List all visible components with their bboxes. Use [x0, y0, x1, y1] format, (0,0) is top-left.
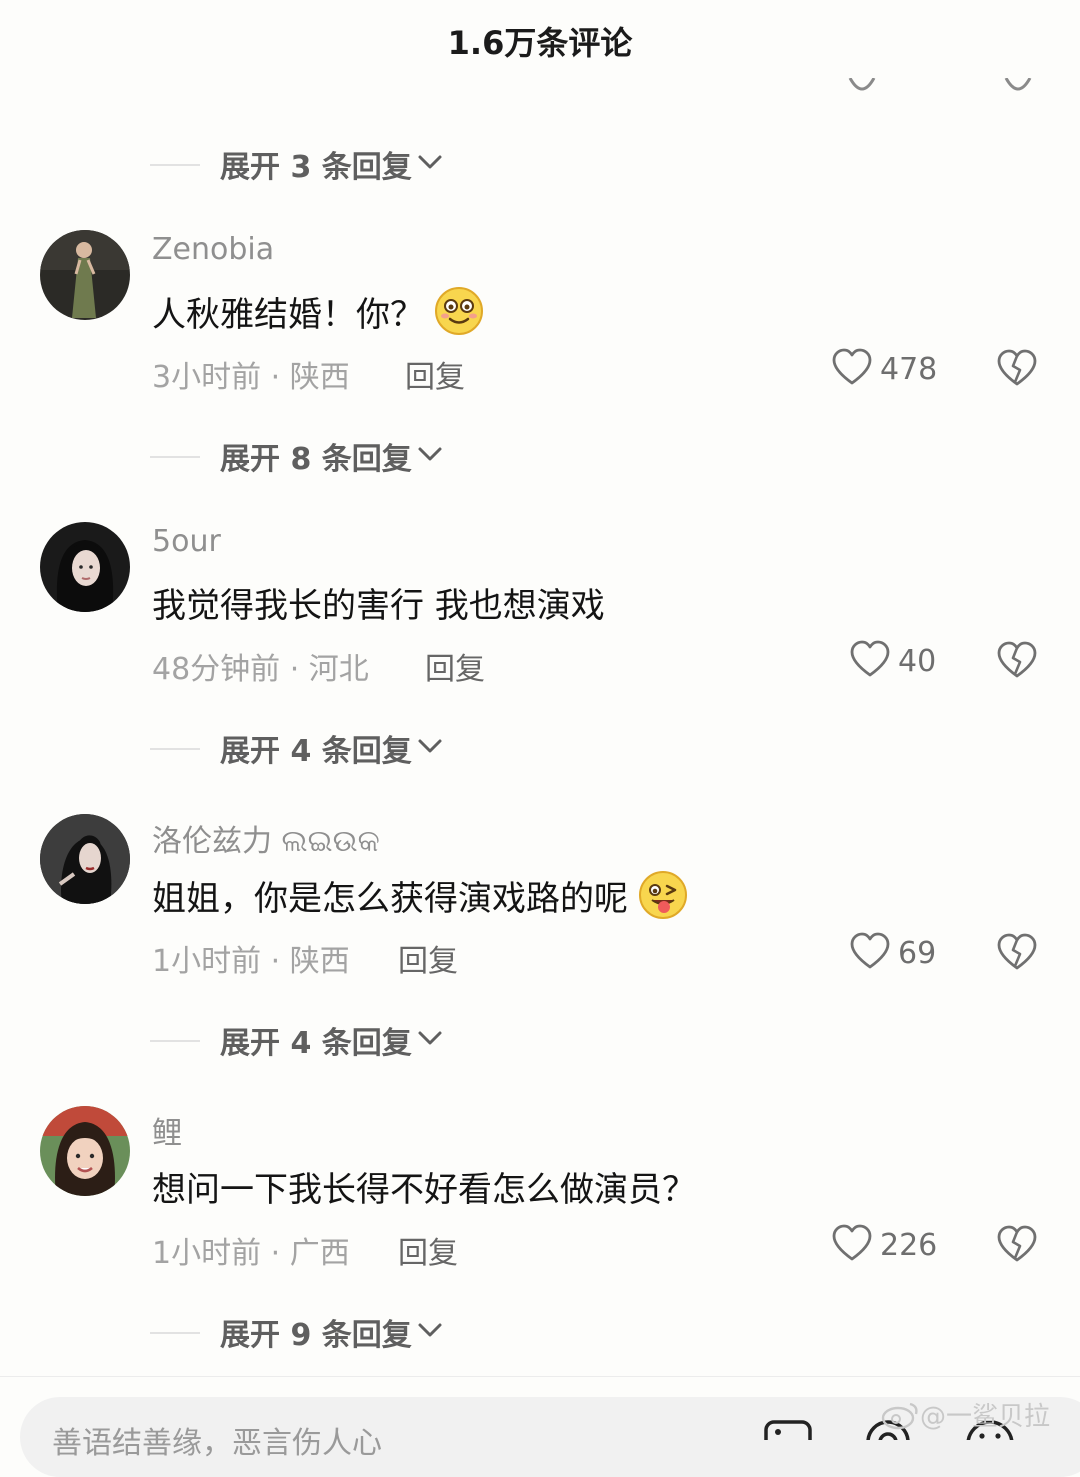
broken-heart-icon[interactable] [996, 932, 1038, 974]
divider-line [150, 1332, 200, 1334]
like-count: 226 [880, 1228, 938, 1263]
divider-line [150, 164, 200, 166]
weibo-watermark: @一鲨贝拉 [880, 1396, 1050, 1433]
comment-item: 5our 我觉得我长的害行 我也想演戏 48分钟前 · 河北 回复 40 [0, 522, 1080, 702]
username[interactable]: Zenobia [152, 232, 274, 267]
broken-heart-icon[interactable] [996, 348, 1038, 390]
comment-text: 我觉得我长的害行 我也想演戏 [152, 578, 605, 627]
expand-replies-label: 展开 4 条回复 [220, 734, 412, 769]
heart-icon[interactable] [850, 640, 890, 680]
heart-icon[interactable] [832, 1224, 872, 1264]
heart-icon [848, 78, 876, 91]
comment-item: 洛伦兹力 ଲଇଉକ 姐姐，你是怎么获得演戏路的呢 1小时前 · 陕西 回复 69 [0, 814, 1080, 994]
avatar[interactable] [40, 522, 130, 612]
previous-comment-meta-partial [0, 78, 1080, 94]
comment-text: 想问一下我长得不好看怎么做演员？ [152, 1162, 696, 1211]
divider-line [150, 748, 200, 750]
comments-header: 1.6万条评论 [0, 0, 1080, 80]
username[interactable]: 鲤 [152, 1108, 182, 1152]
like-count: 40 [898, 644, 937, 679]
broken-heart-icon[interactable] [996, 1224, 1038, 1266]
divider-line [150, 1040, 200, 1042]
avatar[interactable] [40, 230, 130, 320]
comment-item: 鲤 想问一下我长得不好看怎么做演员？ 1小时前 · 广西 回复 226 [0, 1106, 1080, 1286]
comment-time-location: 48分钟前 · 河北 [152, 652, 369, 687]
avatar[interactable] [40, 1106, 130, 1196]
heart-icon[interactable] [850, 932, 890, 972]
expand-replies-label: 展开 9 条回复 [220, 1318, 412, 1353]
broken-heart-icon [1004, 78, 1032, 91]
image-icon[interactable] [764, 1416, 812, 1440]
like-count: 478 [880, 352, 938, 387]
comment-input-placeholder: 善语结善缘，恶言伤人心 [52, 1426, 382, 1461]
comment-time-location: 3小时前 · 陕西 [152, 360, 350, 395]
username[interactable]: 5our [152, 524, 221, 559]
like-count: 69 [898, 936, 937, 971]
weibo-logo-icon [881, 1402, 918, 1429]
divider-line [150, 456, 200, 458]
comment-text-content: 我觉得我长的害行 我也想演戏 [152, 586, 605, 626]
comment-text: 姐姐，你是怎么获得演戏路的呢 [152, 870, 688, 920]
avatar[interactable] [40, 814, 130, 904]
reply-button[interactable]: 回复 [398, 936, 458, 980]
winking-tongue-emoji [639, 871, 687, 919]
watermark-text: @一鲨贝拉 [920, 1402, 1051, 1432]
heart-icon[interactable] [832, 348, 872, 388]
reply-button[interactable]: 回复 [405, 352, 465, 396]
comment-item: Zenobia 人秋雅结婚！你？ 3小时前 · 陕西 回复 478 [0, 230, 1080, 410]
chevron-down-icon [418, 739, 442, 753]
expand-replies-label: 展开 8 条回复 [220, 442, 412, 477]
chevron-down-icon [418, 1323, 442, 1337]
comment-text: 人秋雅结婚！你？ [152, 286, 484, 336]
comment-time-location: 1小时前 · 广西 [152, 1236, 350, 1271]
username[interactable]: 洛伦兹力 ଲଇଉକ [152, 816, 380, 860]
chevron-down-icon [418, 447, 442, 461]
expand-replies-label: 展开 4 条回复 [220, 1026, 412, 1061]
chevron-down-icon [418, 155, 442, 169]
smiling-face-emoji [435, 287, 483, 335]
reply-button[interactable]: 回复 [398, 1228, 458, 1272]
comment-time-location: 1小时前 · 陕西 [152, 944, 350, 979]
comments-count-title: 1.6万条评论 [447, 24, 633, 62]
comment-text-content: 人秋雅结婚！你？ [152, 294, 424, 335]
comment-text-content: 姐姐，你是怎么获得演戏路的呢 [152, 878, 628, 919]
comment-text-content: 想问一下我长得不好看怎么做演员？ [152, 1170, 696, 1210]
chevron-down-icon [418, 1031, 442, 1045]
reply-button[interactable]: 回复 [425, 644, 485, 688]
expand-replies-label: 展开 3 条回复 [220, 150, 412, 185]
broken-heart-icon[interactable] [996, 640, 1038, 682]
